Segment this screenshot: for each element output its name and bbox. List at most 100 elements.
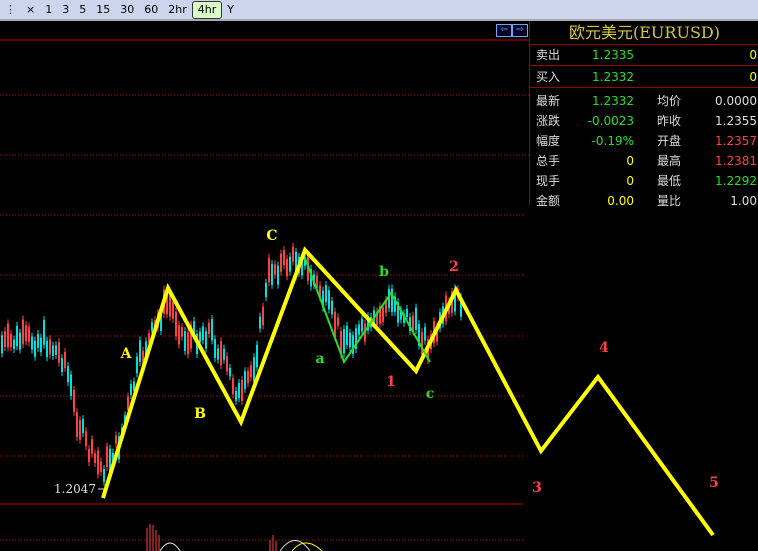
- candle-body: [28, 326, 30, 343]
- quote-row: 最新 1.2332 均价 0.0000: [530, 91, 758, 111]
- candle-body: [46, 340, 48, 358]
- candle-body: [343, 329, 345, 354]
- candle-body: [226, 356, 228, 372]
- field-value: 1.2332: [592, 94, 634, 108]
- candle-body: [67, 366, 69, 383]
- candle-body: [280, 253, 282, 272]
- candle-body: [265, 282, 267, 298]
- candle-body: [106, 446, 108, 468]
- candle-body: [139, 340, 141, 362]
- candle-body: [103, 468, 105, 482]
- period-button[interactable]: 30: [115, 1, 139, 18]
- field-label: 最低: [657, 174, 682, 188]
- candle-body: [223, 348, 225, 360]
- period-toolbar: ⋮ × 1 3 5 15 30 60 2hr 4hr Y: [0, 0, 758, 21]
- field-value: 1.2355: [715, 114, 757, 128]
- candle-body: [328, 290, 330, 310]
- candle-body: [334, 311, 336, 337]
- candle-body: [43, 320, 45, 345]
- wave-label-w2: 2: [449, 259, 459, 275]
- wave-label-b: b: [379, 264, 389, 280]
- quote-row: 总手 0 最高 1.2381: [530, 151, 758, 171]
- wave-label-B: B: [194, 406, 206, 422]
- candle-body: [211, 319, 213, 341]
- candle-body: [415, 307, 417, 330]
- buy-row: 买入 1.2332 0: [530, 67, 758, 88]
- candle-body: [361, 318, 363, 332]
- buy-price: 1.2332: [592, 70, 634, 84]
- field-value: 0.00: [607, 194, 634, 208]
- candle-body: [349, 332, 351, 348]
- candle-body: [25, 325, 27, 342]
- candle-body: [13, 339, 15, 350]
- period-button[interactable]: 2hr: [163, 1, 192, 18]
- candle-body: [100, 461, 102, 472]
- candle-body: [55, 345, 57, 355]
- candle-body: [346, 325, 348, 345]
- candle-body: [181, 327, 183, 337]
- candle-body: [184, 331, 186, 351]
- field-label: 量比: [657, 194, 682, 208]
- candle-body: [130, 383, 132, 395]
- candle-body: [79, 420, 81, 440]
- field-label: 昨收: [657, 114, 682, 128]
- candle-body: [214, 339, 216, 359]
- wave-label-C: C: [266, 228, 277, 244]
- period-button[interactable]: Y: [222, 1, 239, 18]
- period-button[interactable]: ×: [21, 1, 40, 18]
- candle-body: [229, 367, 231, 377]
- candle-body: [202, 326, 204, 341]
- field-label: 涨跌: [536, 114, 561, 128]
- period-button[interactable]: 1: [40, 1, 57, 18]
- candle-body: [274, 264, 276, 275]
- candle-body: [172, 301, 174, 319]
- period-button[interactable]: 4hr: [191, 0, 223, 19]
- scroll-left-icon[interactable]: ⇦: [496, 24, 512, 37]
- candle-body: [58, 342, 60, 363]
- candle-body: [4, 331, 6, 348]
- candle-body: [151, 322, 153, 332]
- candle-body: [40, 337, 42, 353]
- candle-body: [241, 379, 243, 401]
- field-label: 幅度: [536, 134, 561, 148]
- candle-body: [34, 340, 36, 357]
- wave-label-w5: 5: [709, 475, 719, 491]
- candle-body: [268, 257, 270, 283]
- candle-body: [16, 325, 18, 347]
- candle-body: [52, 345, 54, 356]
- field-value: 1.2381: [715, 154, 757, 168]
- wave-label-A: A: [120, 346, 133, 362]
- candle-body: [421, 332, 423, 355]
- toolbar-menu[interactable]: ⋮: [0, 1, 21, 18]
- field-label: 金额: [536, 194, 561, 208]
- candle-body: [289, 256, 291, 272]
- field-label: 总手: [536, 154, 561, 168]
- field-label: 最新: [536, 94, 561, 108]
- field-value: 0: [626, 174, 634, 188]
- period-button[interactable]: 60: [139, 1, 163, 18]
- candle-body: [292, 246, 294, 262]
- candle-body: [271, 264, 273, 285]
- scroll-right-icon[interactable]: ⇨: [512, 24, 528, 37]
- sell-price: 1.2335: [592, 48, 634, 62]
- candle-body: [424, 327, 426, 341]
- field-label: 最高: [657, 154, 682, 168]
- sell-volume: 0: [749, 48, 757, 62]
- indicator-line: [279, 540, 311, 551]
- period-button[interactable]: 15: [91, 1, 115, 18]
- candle-body: [82, 419, 84, 433]
- period-button[interactable]: 3: [57, 1, 74, 18]
- candle-body: [175, 311, 177, 337]
- candle-body: [253, 357, 255, 383]
- field-value: -0.19%: [591, 134, 634, 148]
- candle-body: [259, 316, 261, 329]
- candle-body: [220, 341, 222, 366]
- abc-sub-wave-line: [304, 257, 431, 365]
- candle-body: [7, 323, 9, 348]
- candle-body: [31, 336, 33, 350]
- field-label: 现手: [536, 174, 561, 188]
- candle-body: [262, 306, 264, 326]
- candle-body: [49, 339, 51, 355]
- sell-label: 卖出: [536, 48, 561, 62]
- period-button[interactable]: 5: [74, 1, 91, 18]
